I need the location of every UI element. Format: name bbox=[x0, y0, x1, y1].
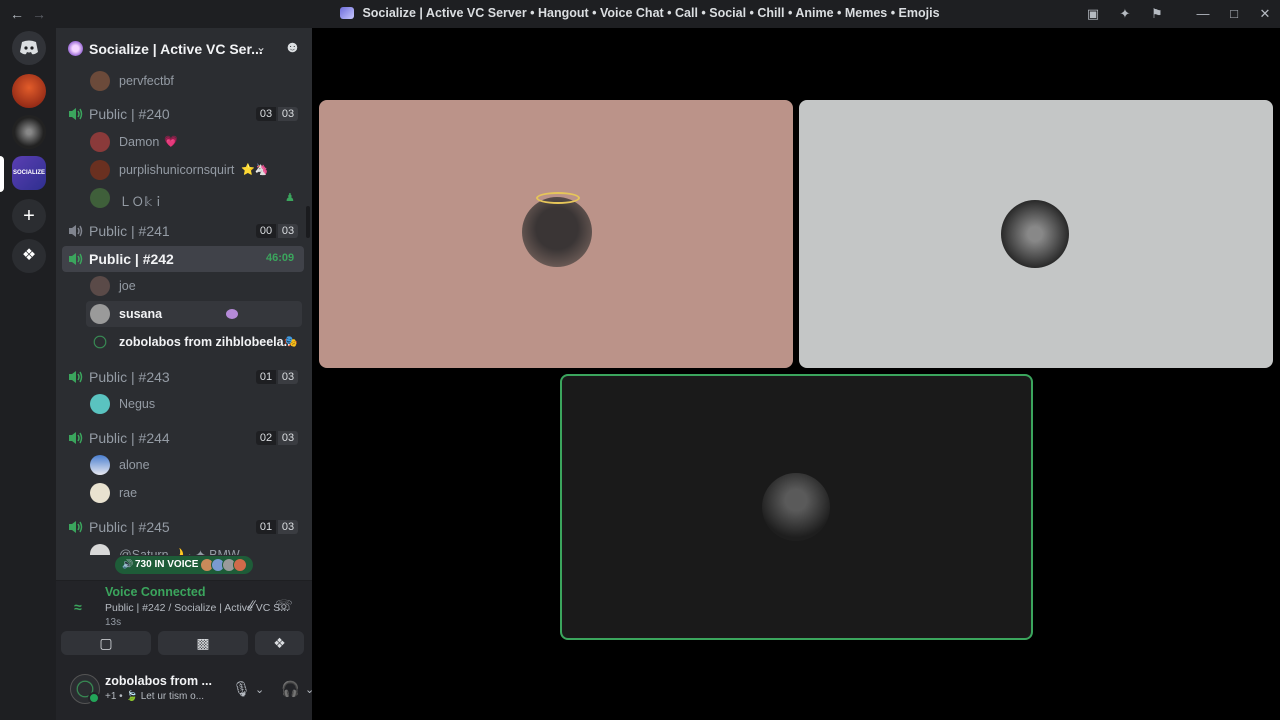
screen-share-icon: ▩ bbox=[196, 635, 210, 651]
voice-channel-240[interactable]: Public | #240 03 03 bbox=[62, 101, 304, 127]
discord-logo-icon bbox=[20, 40, 38, 55]
server-header[interactable]: Socialize | Active VC Ser... ⌄ ☻ bbox=[56, 28, 312, 70]
server-icon-1[interactable] bbox=[12, 74, 46, 108]
halo-decoration-icon bbox=[536, 192, 580, 204]
camera-off-icon: ▢ bbox=[99, 635, 113, 651]
discord-home-icon[interactable] bbox=[12, 31, 46, 65]
cursor-sticker-icon bbox=[226, 309, 238, 319]
avatar bbox=[90, 544, 110, 555]
activities-icon: ❖ bbox=[273, 635, 286, 651]
voice-user[interactable]: purplishunicornsquirt ⭐🦄 bbox=[86, 157, 302, 183]
online-status-icon bbox=[88, 692, 100, 704]
participant-avatar bbox=[1001, 200, 1069, 268]
scrollbar[interactable] bbox=[306, 206, 310, 238]
participant-tile[interactable] bbox=[319, 100, 793, 368]
avatar bbox=[233, 558, 247, 572]
noise-suppression-icon[interactable]: ∕∕ bbox=[242, 597, 262, 617]
server-icon bbox=[340, 7, 355, 19]
avatar bbox=[90, 71, 110, 91]
speaker-icon bbox=[69, 371, 83, 383]
voice-user[interactable]: zobolabos from zihblobeela... 🎭 bbox=[86, 329, 302, 355]
voice-channel-241[interactable]: Public | #241 00 03 bbox=[62, 218, 304, 244]
app-icon[interactable]: ⚑ bbox=[1148, 5, 1166, 23]
voice-user[interactable]: Negus bbox=[86, 391, 302, 417]
avatar bbox=[90, 188, 110, 208]
microphone-icon[interactable]: 🎙 bbox=[232, 680, 251, 698]
disconnect-icon[interactable]: ☏ bbox=[274, 597, 294, 617]
avatar-stack bbox=[200, 558, 247, 575]
avatar bbox=[90, 455, 110, 475]
add-server-icon[interactable]: + bbox=[12, 199, 46, 233]
title-bar: ← → Socialize | Active VC Server • Hango… bbox=[0, 0, 1280, 28]
avatar bbox=[90, 132, 110, 152]
avatar bbox=[90, 276, 110, 296]
server-icon-2[interactable] bbox=[12, 115, 46, 149]
avatar bbox=[90, 394, 110, 414]
server-rail: SOCIALIZE + ❖ bbox=[0, 28, 56, 720]
avatar bbox=[90, 332, 110, 352]
voice-channel-243[interactable]: Public | #243 01 03 bbox=[62, 364, 304, 390]
speaker-icon bbox=[69, 225, 83, 237]
server-icon-socialize[interactable]: SOCIALIZE bbox=[12, 156, 46, 190]
invite-people-icon[interactable]: ☻ bbox=[284, 39, 301, 57]
user-name: pervfectbf bbox=[119, 74, 174, 88]
signal-icon[interactable]: ≈ bbox=[74, 599, 82, 615]
participant-tile[interactable] bbox=[560, 374, 1033, 640]
voice-user[interactable]: joe bbox=[86, 273, 302, 299]
in-voice-pill[interactable]: 🔊 730 IN VOICE bbox=[115, 556, 253, 574]
chevron-down-icon[interactable]: ⌄ bbox=[256, 40, 266, 54]
tools-icon[interactable]: ✦ bbox=[1116, 5, 1134, 23]
avatar bbox=[90, 483, 110, 503]
speaker-icon bbox=[69, 108, 83, 120]
channel-sidebar: Socialize | Active VC Ser... ⌄ ☻ pervfec… bbox=[56, 28, 341, 720]
server-name: Socialize | Active VC Ser... bbox=[89, 41, 263, 57]
close-icon[interactable]: ✕ bbox=[1256, 5, 1274, 23]
speaker-icon bbox=[69, 432, 83, 444]
voice-call-stage bbox=[312, 28, 1280, 720]
avatar bbox=[90, 304, 110, 324]
speaker-icon bbox=[69, 253, 83, 265]
maximize-icon[interactable]: □ bbox=[1225, 5, 1243, 23]
headphones-icon[interactable]: 🎧 bbox=[281, 680, 300, 698]
participant-avatar bbox=[762, 473, 830, 541]
camera-toggle-button[interactable]: ▢ bbox=[61, 631, 151, 655]
voice-user[interactable]: rae bbox=[86, 480, 302, 506]
voice-channel-245[interactable]: Public | #245 01 03 bbox=[62, 514, 304, 540]
active-server-indicator bbox=[0, 156, 4, 192]
speaker-icon: 🔊 bbox=[122, 559, 134, 569]
participant-tile[interactable] bbox=[799, 100, 1273, 368]
user-panel: zobolabos from ... +1 • 🍃 Let ur tism o.… bbox=[56, 664, 341, 720]
chevron-down-icon[interactable]: ⌄ bbox=[255, 683, 264, 696]
server-badge-icon bbox=[68, 41, 83, 56]
activities-button[interactable]: ❖ bbox=[255, 631, 304, 655]
screen-share-button[interactable]: ▩ bbox=[158, 631, 248, 655]
voice-user[interactable]: Damon 💗 bbox=[86, 129, 302, 155]
voice-channel-244[interactable]: Public | #244 02 03 bbox=[62, 425, 304, 451]
voice-user[interactable]: pervfectbf bbox=[86, 68, 302, 94]
minimize-icon[interactable]: — bbox=[1194, 5, 1212, 23]
call-timer: 46:09 bbox=[266, 252, 295, 264]
voice-user[interactable]: susana bbox=[86, 301, 302, 327]
voice-user[interactable]: ＬＯ𝕜ｉ ♟ bbox=[86, 185, 302, 211]
voice-user[interactable]: alone bbox=[86, 452, 302, 478]
explore-icon[interactable]: ❖ bbox=[12, 239, 46, 273]
voice-channel-242[interactable]: Public | #242 46:09 bbox=[62, 246, 304, 272]
avatar bbox=[90, 160, 110, 180]
inbox-icon[interactable]: ▣ bbox=[1084, 5, 1102, 23]
speaker-icon bbox=[69, 521, 83, 533]
voice-user[interactable]: @Saturn🌙 · ✦ BMW bbox=[86, 541, 302, 555]
participant-avatar bbox=[522, 197, 592, 267]
